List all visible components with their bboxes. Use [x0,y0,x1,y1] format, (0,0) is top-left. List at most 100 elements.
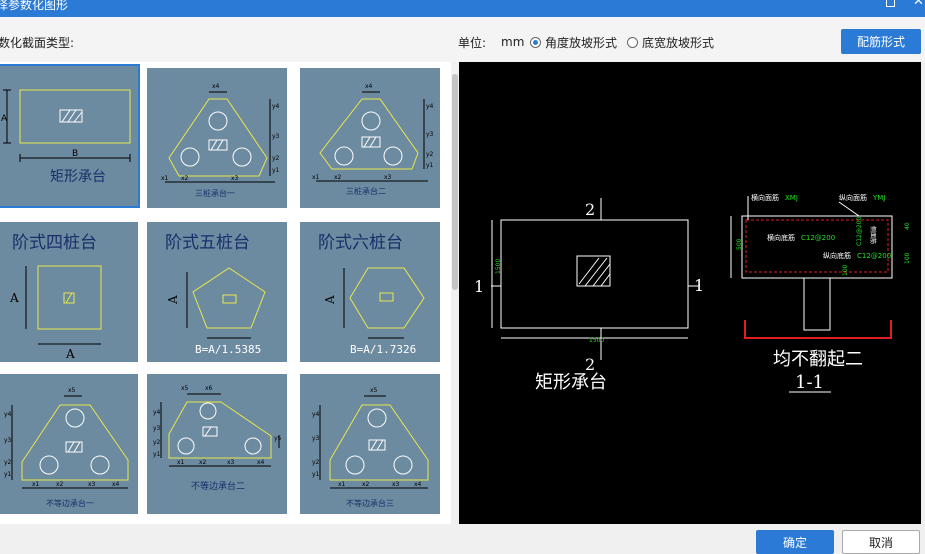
dim-x3: x3 [227,459,235,466]
dim-x3: x3 [392,481,400,488]
radio-angle-label: 角度放坡形式 [545,35,618,50]
dim-x4: x4 [112,481,120,488]
dim-x3: x3 [231,175,239,182]
dim-y2: y2 [312,459,320,466]
tile-three-pile-2[interactable]: x4 y4 y3 y2 y1 x1 x2 x3 三桩承台二 [300,68,440,208]
plan-height-dim: 1500 [495,259,502,274]
tile-three-pile-1[interactable]: x4 y4 y3 y2 y1 x1 x2 x3 三桩承台一 [147,68,287,208]
tile-unequal-cap-3[interactable]: x5 y4 y3 y2 y1 x1 x2 x3 x4 不等边承台三 [300,374,440,514]
close-icon[interactable]: ✕ [913,0,924,8]
tile-caption: 不等边承台二 [191,480,245,492]
tile-step-four-pile[interactable]: 阶式四桩台 A A [0,222,138,362]
title-bar: 择参数化图形 ✕ [0,0,925,17]
dim-y4: y4 [4,411,12,418]
radio-unselected-icon[interactable] [627,36,638,48]
dim-y1: y1 [153,451,161,458]
dim-x3: x3 [88,481,96,488]
dim-y1: y1 [272,167,280,174]
cad-preview: 2 2 1 1 1500 1500 矩形承台 500 横向面筋 XMJ 纵向面筋… [459,62,921,524]
dim-x5: x5 [181,385,189,392]
tile-caption: 阶式四桩台 [12,233,97,253]
bottom-rebar-v: 纵向底筋 [823,251,851,260]
tile-caption: 阶式六桩台 [318,233,403,253]
dim-x2: x2 [199,459,207,466]
top-rebar-v-code: YMJ [872,194,885,202]
dim-y3: y3 [4,437,12,444]
dim-x1: x1 [177,459,185,466]
dim-y2: y2 [426,151,434,158]
height-dim: 500 [736,238,743,250]
dim-b-label: B [72,149,78,159]
dim-y1: y1 [312,471,320,478]
unit-value: mm [501,35,525,49]
dim-y2: y2 [272,155,280,162]
dim-y1: y1 [426,162,434,169]
dim-y1: y1 [4,471,12,478]
dim-y2: y2 [4,459,12,466]
bottom-rebar-v-code: C12@200 [857,252,891,260]
dim-x4: x4 [257,459,265,466]
top-rebar-h: 横向面筋 [751,193,779,202]
pile-dim: 100 [842,264,849,276]
dim-x4: x4 [212,83,220,90]
tile-step-five-pile[interactable]: 阶式五桩台 A B=A/1.5385 [147,222,287,362]
radio-selected-icon[interactable] [530,36,541,48]
tile-caption: 矩形承台 [50,169,106,185]
dim-x2: x2 [334,174,342,181]
tile-unequal-cap-2[interactable]: x5 x6 y4 y3 y2 y1 x1 x2 x3 x4 y5 不等边承台二 [147,374,287,514]
top-rebar-h-code: XMJ [785,194,798,202]
radio-width-slope[interactable]: 底宽放坡形式 [627,34,714,50]
tile-rect-cap[interactable]: A B 矩形承台 [0,64,140,208]
dim-x4: x4 [414,481,422,488]
unit-label: 单位: [458,36,487,50]
section-type-label: 数化截面类型: [0,36,75,50]
dim-a-bottom-label: A [65,347,75,361]
dim-y4: y4 [153,409,161,416]
dim-y4: y4 [426,103,434,110]
dim-y3: y3 [312,435,320,442]
tile-caption: 阶式五桩台 [165,233,250,253]
tile-step-six-pile[interactable]: 阶式六桩台 A B=A/1.7326 [300,222,440,362]
dim-x1: x1 [161,175,169,182]
dim-x1: x1 [32,481,40,488]
radio-angle-slope[interactable]: 角度放坡形式 [530,34,617,50]
cancel-button[interactable]: 取消 [842,530,920,554]
tile-caption: 不等边承台一 [46,498,94,508]
window-title: 择参数化图形 [0,0,69,12]
section-note: 均不翻起二 [773,349,863,370]
right-dim-top: 40 [904,222,911,230]
dim-y2: y2 [153,439,161,446]
dim-a-label: A [1,114,8,124]
rebar-form-button[interactable]: 配筋形式 [841,29,921,54]
side-rebar-code: C12@200 [856,217,863,246]
dim-x2: x2 [56,481,64,488]
plan-width-dim: 1500 [589,337,604,344]
radio-width-label: 底宽放坡形式 [642,35,715,50]
side-rebar: 侧面筋 [869,226,877,244]
dim-x1: x1 [312,174,320,181]
dim-y3: y3 [272,133,280,140]
dim-y4: y4 [312,411,320,418]
formula-label: B=A/1.7326 [350,343,416,356]
tile-caption: 不等边承台三 [346,498,394,508]
dim-x5: x5 [68,387,76,394]
section-label: 1-1 [795,372,824,393]
side-mark-left: 1 [474,277,484,296]
dim-x2: x2 [362,481,370,488]
tile-caption: 三桩承台二 [346,186,386,196]
dim-y3: y3 [153,425,161,432]
shape-gallery: A B 矩形承台 x4 y4 y3 y2 y1 x1 x2 x3 三桩承台一 x… [0,62,451,524]
maximize-icon[interactable] [886,0,895,7]
dim-x6: x6 [205,385,213,392]
formula-label: B=A/1.5385 [195,343,261,356]
ok-button[interactable]: 确定 [756,530,834,554]
dim-x5: x5 [370,387,378,394]
scrollbar-thumb[interactable] [452,74,458,290]
dim-y5: y5 [274,435,282,442]
tile-unequal-cap-1[interactable]: x5 y4 y3 y2 y1 x1 x2 x3 x4 不等边承台一 [0,374,138,514]
dim-a-label: A [9,291,19,305]
side-mark-right: 1 [694,276,704,295]
top-rebar-v: 纵向面筋 [839,193,867,202]
bottom-rebar-h-code: C12@200 [801,234,835,242]
dim-a-label: A [166,295,180,305]
